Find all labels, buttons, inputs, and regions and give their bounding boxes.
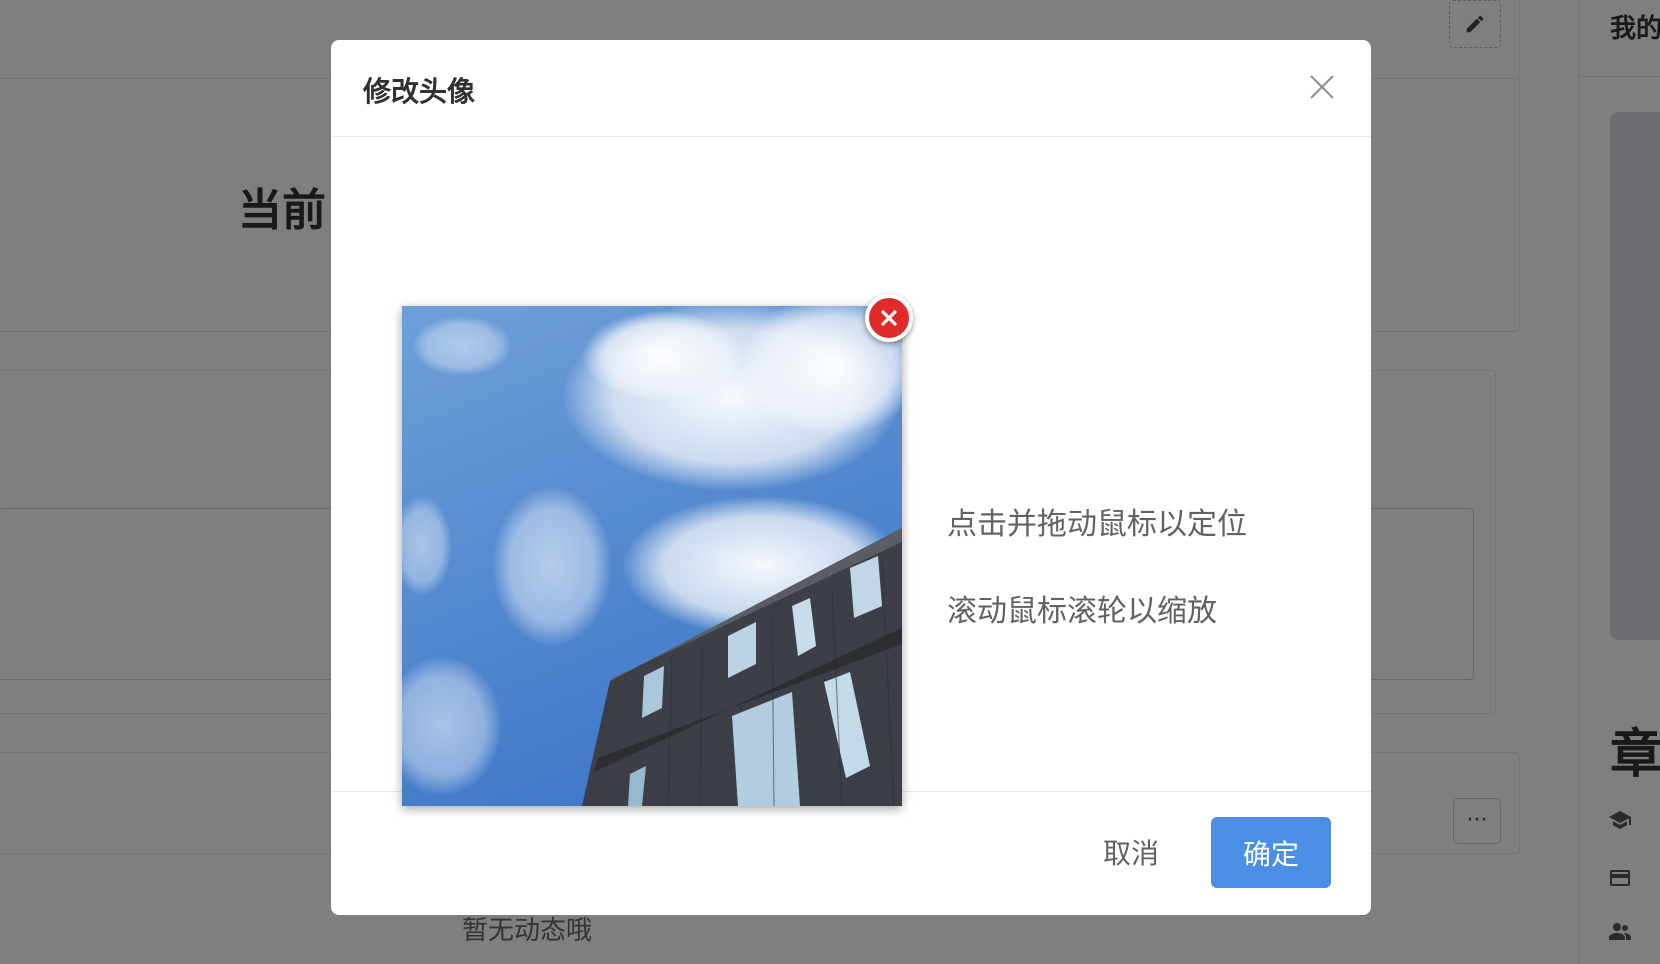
dialog-header: 修改头像 (331, 40, 1371, 137)
remove-image-icon (881, 310, 897, 326)
drag-hint-text: 点击并拖动鼠标以定位 (947, 507, 1247, 542)
zoom-hint-text: 滚动鼠标滚轮以缩放 (947, 594, 1217, 629)
dialog-title: 修改头像 (363, 75, 476, 108)
dialog-body: 点击并拖动鼠标以定位 滚动鼠标滚轮以缩放 (331, 137, 1371, 806)
avatar-cropper[interactable] (402, 306, 902, 806)
cancel-button[interactable]: 取消 (1071, 816, 1191, 888)
change-avatar-dialog: 修改头像 点击并拖动鼠标以定位 滚动鼠标滚轮以缩放 取消 确定 (331, 40, 1371, 915)
close-icon[interactable] (1307, 72, 1337, 102)
confirm-button[interactable]: 确定 (1211, 817, 1331, 888)
dialog-footer: 取消 确定 (331, 792, 1371, 915)
avatar-preview-image (402, 306, 902, 806)
remove-image-button[interactable] (865, 294, 913, 342)
